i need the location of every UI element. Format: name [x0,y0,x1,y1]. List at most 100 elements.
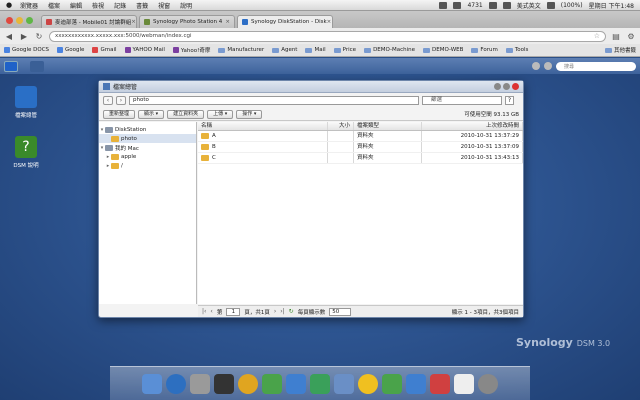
menu-history[interactable]: 記錄 [114,1,126,10]
bookmark-yahoo-mail[interactable]: YAHOO Mail [124,47,165,53]
close-icon[interactable] [512,83,519,90]
bookmark-yahoo-kimo[interactable]: Yahoo!奇摩 [172,46,210,54]
forward-icon[interactable]: ▶ [19,32,29,41]
app-icon[interactable] [454,373,474,394]
preview-icon[interactable] [190,373,210,394]
filter-input[interactable]: 篩選 [422,96,502,105]
tab-close-icon[interactable]: × [225,19,230,25]
messenger-icon[interactable] [358,373,378,394]
tree-node-photo[interactable]: photo [99,134,196,143]
prev-page-icon[interactable]: ‹ [210,308,212,315]
menu-window[interactable]: 視窗 [158,1,170,10]
minimize-icon[interactable] [503,83,510,90]
action-dropdown[interactable]: 操作 [236,109,263,119]
table-row[interactable]: A 資料夾 2010-10-31 13:37:29 [198,131,523,142]
path-input[interactable]: photo [129,96,419,105]
desktop-icon-file-browser[interactable]: 檔案總管 [6,86,46,119]
last-page-icon[interactable]: ›| [280,308,284,315]
tree-node-root[interactable]: ▸ / [99,161,196,170]
star-icon[interactable]: ☆ [594,32,600,40]
minimize-window-icon[interactable] [16,17,23,24]
back-button[interactable]: ‹ [103,96,113,105]
wrench-icon[interactable]: ⚙ [626,32,636,41]
tab-close-icon[interactable]: × [327,19,332,25]
bookmark-gmail[interactable]: Gmail [92,47,117,53]
new-folder-button[interactable]: 建立資料夾 [167,109,205,119]
menu-view[interactable]: 檢視 [92,1,104,10]
wifi-icon[interactable] [488,1,497,9]
dsm-file-browser-task-button[interactable] [30,60,44,72]
bookmark-google-docs[interactable]: Google DOCS [4,47,49,53]
menu-edit[interactable]: 編輯 [70,1,82,10]
trash-icon[interactable] [478,373,498,394]
menu-file[interactable]: 檔案 [48,1,60,10]
window-titlebar[interactable]: 檔案總管 [99,81,523,93]
bookmark-mail[interactable]: Mail [305,47,326,53]
desktop-icon-dsm-help[interactable]: ? DSM 說明 [6,136,46,169]
apple-menu-icon[interactable]: ● [6,1,14,9]
page-menu-icon[interactable]: ▤ [611,32,621,41]
user-icon[interactable] [532,62,540,70]
menu-bookmarks[interactable]: 書籤 [136,1,148,10]
help-button[interactable]: ? [505,96,514,105]
next-page-icon[interactable]: › [274,308,276,315]
app-icon[interactable] [382,373,402,394]
app-icon[interactable] [286,373,306,394]
table-row[interactable]: C 資料夾 2010-10-31 13:43:13 [198,153,523,164]
column-header-type[interactable]: 檔案類型 [354,122,422,130]
column-header-name[interactable]: 名稱 [198,122,328,130]
mail-icon[interactable] [453,1,462,9]
battery-icon[interactable] [546,1,555,9]
tab-diskstation[interactable]: Synology DiskStation - Disk × [237,15,333,28]
upload-dropdown[interactable]: 上傳 [207,109,234,119]
tab-photo-station[interactable]: Synology Photo Station 4 × [139,15,235,28]
table-row[interactable]: B 資料夾 2010-10-31 13:37:09 [198,142,523,153]
bookmark-tools[interactable]: Tools [505,47,528,53]
dsm-main-menu-button[interactable] [4,60,18,72]
input-method[interactable]: 美式英文 [517,1,541,10]
app-icon[interactable] [334,373,354,394]
app-icon[interactable] [406,373,426,394]
activity-monitor-icon[interactable] [214,373,234,394]
forward-button[interactable]: › [116,96,126,105]
tab-mobile01[interactable]: 麥迪部落 - Mobile01 討論群組 × [41,15,137,28]
bookmark-agent[interactable]: Agent [272,47,297,53]
tab-close-icon[interactable]: × [131,19,136,25]
view-dropdown[interactable]: 顯示 [138,109,165,119]
logout-icon[interactable] [544,62,552,70]
bookmark-manufacturer[interactable]: Manufacturer [218,47,264,53]
volume-icon[interactable] [502,1,511,9]
tree-node-diskstation[interactable]: ▾ DiskStation [99,125,196,134]
bookmark-price[interactable]: Price [333,47,356,53]
per-page-select[interactable]: 50 [329,307,352,316]
bookmark-demo-machine[interactable]: DEMO-Machine [364,47,415,53]
dsm-search-input[interactable]: 搜尋 [556,61,636,71]
address-bar[interactable]: xxxxxxxxxxxx.xxxxx.xxx:5000/webman/index… [49,30,606,42]
column-header-size[interactable]: 大小 [328,122,354,130]
close-window-icon[interactable] [6,17,13,24]
adium-icon[interactable] [262,373,282,394]
menu-browser[interactable]: 瀏覽器 [20,1,38,10]
bookmark-forum[interactable]: Forum [471,47,498,53]
url-text[interactable]: xxxxxxxxxxxx.xxxxx.xxx:5000/webman/index… [55,33,192,39]
itunes-icon[interactable] [166,373,186,394]
reload-button[interactable]: 重新整理 [103,109,136,119]
clock[interactable]: 星期日 下午1:48 [589,1,634,10]
page-number-input[interactable]: 1 [226,307,241,316]
status-icon[interactable] [439,1,448,9]
help-icon[interactable] [494,83,501,90]
app-icon[interactable] [430,373,450,394]
bookmark-demo-web[interactable]: DEMO-WEB [423,47,463,53]
chrome-icon[interactable] [238,373,258,394]
column-header-modified[interactable]: 上次修改時間 [422,122,523,130]
bookmark-other[interactable]: 其他書籤 [604,46,636,54]
menu-help[interactable]: 說明 [180,1,192,10]
bookmark-google[interactable]: Google [57,47,84,53]
zoom-window-icon[interactable] [26,17,33,24]
reload-icon[interactable]: ↻ [34,32,44,41]
first-page-icon[interactable]: |‹ [202,308,206,315]
back-icon[interactable]: ◀ [4,32,14,41]
tree-node-my-mac[interactable]: ▾ 我的 Mac [99,143,196,152]
app-icon[interactable] [310,373,330,394]
finder-icon[interactable] [142,373,162,394]
